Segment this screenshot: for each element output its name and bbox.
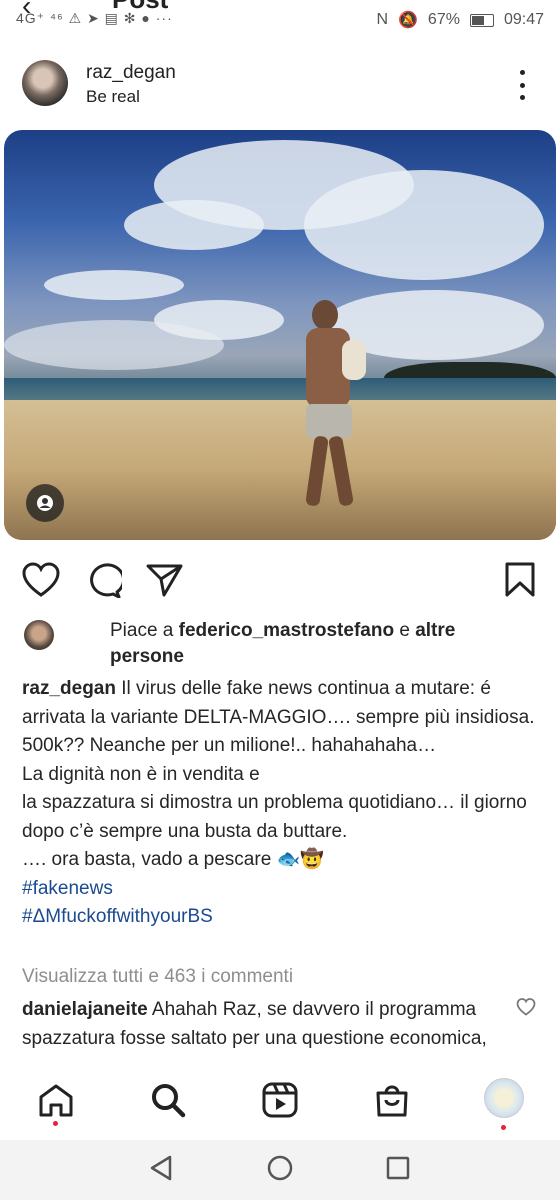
system-recents-icon[interactable] — [386, 1156, 410, 1185]
post-subtitle: Be real — [86, 87, 140, 106]
battery-percent: 67% — [427, 11, 460, 28]
more-options-icon[interactable] — [514, 70, 530, 100]
hashtag-link[interactable]: #fakenews — [22, 875, 542, 904]
mute-icon: 🔕 — [398, 12, 418, 29]
likes-connector: e — [394, 620, 416, 641]
clock: 09:47 — [503, 11, 544, 28]
comment-item: danielajaneite Ahahah Raz, se davvero il… — [22, 996, 502, 1058]
reels-icon[interactable] — [260, 1080, 300, 1120]
caption-line: la spazzatura si dimostra un problema qu… — [22, 792, 527, 842]
view-all-comments-link[interactable]: Visualizza tutti e 463 i commenti — [22, 966, 293, 988]
bookmark-icon[interactable] — [504, 562, 536, 603]
liker-avatar[interactable] — [24, 620, 54, 650]
status-bar: ‹ Post 4G⁺ ⁴⁶ ⚠ ➤ ▤ ✻ ● ··· N 🔕 67% 09:4… — [0, 0, 560, 44]
caption-line: La dignità non è in vendita e — [22, 763, 260, 785]
profile-notification-dot — [501, 1125, 506, 1130]
person-tag-icon[interactable] — [26, 484, 64, 522]
post-username[interactable]: raz_degan — [86, 62, 176, 84]
home-notification-dot — [53, 1121, 58, 1126]
comment-like-heart-icon[interactable] — [516, 998, 536, 1021]
status-left-icons: 4G⁺ ⁴⁶ ⚠ ➤ ▤ ✻ ● ··· — [16, 10, 173, 26]
send-icon[interactable] — [146, 562, 184, 603]
avatar[interactable] — [22, 60, 68, 106]
system-home-icon[interactable] — [267, 1155, 293, 1186]
comment-username[interactable]: danielajaneite — [22, 999, 148, 1020]
search-icon[interactable] — [148, 1080, 188, 1120]
system-back-icon[interactable] — [148, 1154, 174, 1187]
person-figure — [304, 300, 366, 510]
hashtag-link[interactable]: #ΔMfuckoffwithyourBS — [22, 903, 542, 932]
caption-line: …. ora basta, vado a pescare 🐟🤠 — [22, 849, 324, 870]
likes-summary[interactable]: Piace a federico_mastrostefano e altre p… — [110, 618, 530, 670]
profile-avatar-icon[interactable] — [484, 1078, 524, 1118]
battery-icon — [469, 13, 494, 27]
heart-icon[interactable] — [22, 562, 60, 603]
status-right: N 🔕 67% 09:47 — [376, 10, 544, 30]
likes-prefix: Piace a — [110, 620, 179, 641]
shop-icon[interactable] — [372, 1080, 412, 1120]
post-image[interactable] — [4, 130, 556, 540]
home-icon[interactable] — [36, 1080, 76, 1120]
liker-username[interactable]: federico_mastrostefano — [179, 620, 394, 641]
post-caption: raz_degan Il virus delle fake news conti… — [22, 675, 542, 932]
comment-icon[interactable] — [84, 562, 125, 603]
system-nav-bar — [0, 1140, 560, 1200]
nfc-icon: N — [376, 11, 388, 28]
caption-username[interactable]: raz_degan — [22, 678, 116, 699]
